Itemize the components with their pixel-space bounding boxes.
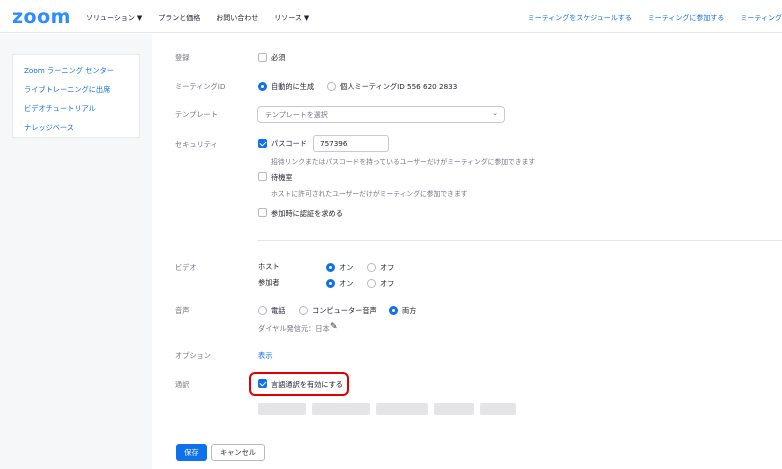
blurred-content: [258, 403, 306, 415]
chevron-down-icon: ⌄: [492, 109, 498, 117]
sidebar-item-live-training[interactable]: ライブトレーニングに出席: [24, 85, 110, 95]
edit-pencil-icon[interactable]: ✎: [330, 322, 338, 332]
sidebar-item-knowledge-base[interactable]: ナレッジベース: [24, 123, 74, 133]
options-label: オプション: [175, 351, 211, 360]
blurred-content: [434, 403, 474, 415]
meeting-id-label: ミーティングID: [175, 82, 226, 91]
audio-both-radio[interactable]: [389, 306, 398, 315]
video-host-on-label: オン: [339, 263, 354, 272]
video-participant-on-radio[interactable]: [326, 279, 335, 288]
zoom-logo[interactable]: zoom: [12, 6, 71, 28]
video-host-off-radio[interactable]: [367, 263, 376, 272]
auth-label: 参加時に認証を求める: [271, 209, 343, 218]
audio-phone-radio[interactable]: [258, 306, 267, 315]
passcode-input[interactable]: 757396: [313, 135, 389, 152]
caret-down-icon: ▼: [303, 14, 310, 22]
waiting-room-label: 待機室: [271, 173, 293, 182]
waiting-room-hint: ホストに許可されたユーザーだけがミーティングに参加できます: [271, 190, 468, 198]
video-host-off-label: オフ: [380, 263, 395, 272]
audio-computer-label: コンピューター音声: [312, 306, 377, 315]
video-participant-off-label: オフ: [380, 279, 395, 288]
passcode-label: パスコード: [271, 139, 307, 148]
dial-in-text: ダイヤル発信元：日本: [258, 324, 330, 333]
audio-phone-label: 電話: [271, 306, 286, 315]
cancel-button[interactable]: キャンセル: [211, 444, 265, 461]
join-meeting-link[interactable]: ミーティングに参加する: [648, 13, 725, 23]
top-navigation-bar: zoom ソリューション ▼ プランと価格 お問い合わせ リソース ▼ ミーティング…: [0, 0, 782, 33]
waiting-room-checkbox[interactable]: [258, 172, 267, 181]
auth-checkbox[interactable]: [258, 208, 267, 217]
interpretation-option-label: 言語通訳を有効にする: [271, 380, 343, 389]
video-participant-off-radio[interactable]: [367, 279, 376, 288]
passcode-checkbox[interactable]: [258, 139, 267, 148]
template-label: テンプレート: [175, 110, 218, 119]
host-meeting-link[interactable]: ミーティング: [740, 13, 782, 23]
registration-label: 登録: [175, 53, 190, 62]
video-participant-label: 参加者: [258, 278, 280, 287]
meeting-id-personal-radio[interactable]: [327, 82, 336, 91]
passcode-value: 757396: [320, 139, 348, 148]
options-show-link[interactable]: 表示: [258, 351, 272, 361]
interpretation-checkbox[interactable]: [258, 379, 267, 388]
interpretation-label: 通訳: [175, 380, 190, 389]
nav-solutions[interactable]: ソリューション ▼: [86, 13, 142, 23]
registration-checkbox[interactable]: [258, 53, 267, 62]
registration-option-label: 必須: [271, 53, 286, 62]
audio-label: 音声: [175, 306, 190, 315]
save-button[interactable]: 保存: [176, 444, 207, 461]
learning-sidebar: Zoom ラーニング センター ライブトレーニングに出席 ビデオチュートリアル …: [12, 54, 140, 138]
section-divider: [257, 240, 782, 241]
meeting-id-personal-label: 個人ミーティングID 556 620 2833: [340, 82, 458, 91]
video-participant-on-label: オン: [339, 279, 354, 288]
video-label: ビデオ: [175, 263, 197, 272]
video-host-on-radio[interactable]: [326, 263, 335, 272]
schedule-meeting-link[interactable]: ミーティングをスケジュールする: [528, 13, 632, 23]
blurred-content: [376, 403, 428, 415]
blurred-content: [312, 403, 370, 415]
nav-plans-pricing[interactable]: プランと価格: [158, 13, 200, 23]
right-nav: ミーティングをスケジュールする ミーティングに参加する ミーティング: [528, 13, 782, 23]
meeting-id-auto-label: 自動的に生成: [271, 82, 315, 91]
passcode-hint: 招待リンクまたはパスコードを持っているユーザーだけがミーティングに参加できます: [271, 158, 536, 166]
sidebar-item-video-tutorials[interactable]: ビデオチュートリアル: [24, 104, 96, 114]
sidebar-item-learning-center[interactable]: Zoom ラーニング センター: [24, 66, 114, 76]
video-host-label: ホスト: [258, 262, 280, 271]
caret-down-icon: ▼: [136, 14, 143, 22]
template-select[interactable]: テンプレートを選択 ⌄: [257, 106, 505, 123]
main-nav: ソリューション ▼ プランと価格 お問い合わせ リソース ▼: [86, 13, 309, 23]
audio-both-label: 両方: [402, 306, 417, 315]
template-placeholder: テンプレートを選択: [265, 111, 328, 119]
nav-contact[interactable]: お問い合わせ: [216, 13, 258, 23]
blurred-content: [480, 403, 516, 415]
nav-resources[interactable]: リソース ▼: [274, 13, 309, 23]
audio-computer-radio[interactable]: [299, 306, 308, 315]
security-label: セキュリティ: [175, 140, 218, 149]
meeting-id-auto-radio[interactable]: [258, 82, 267, 91]
